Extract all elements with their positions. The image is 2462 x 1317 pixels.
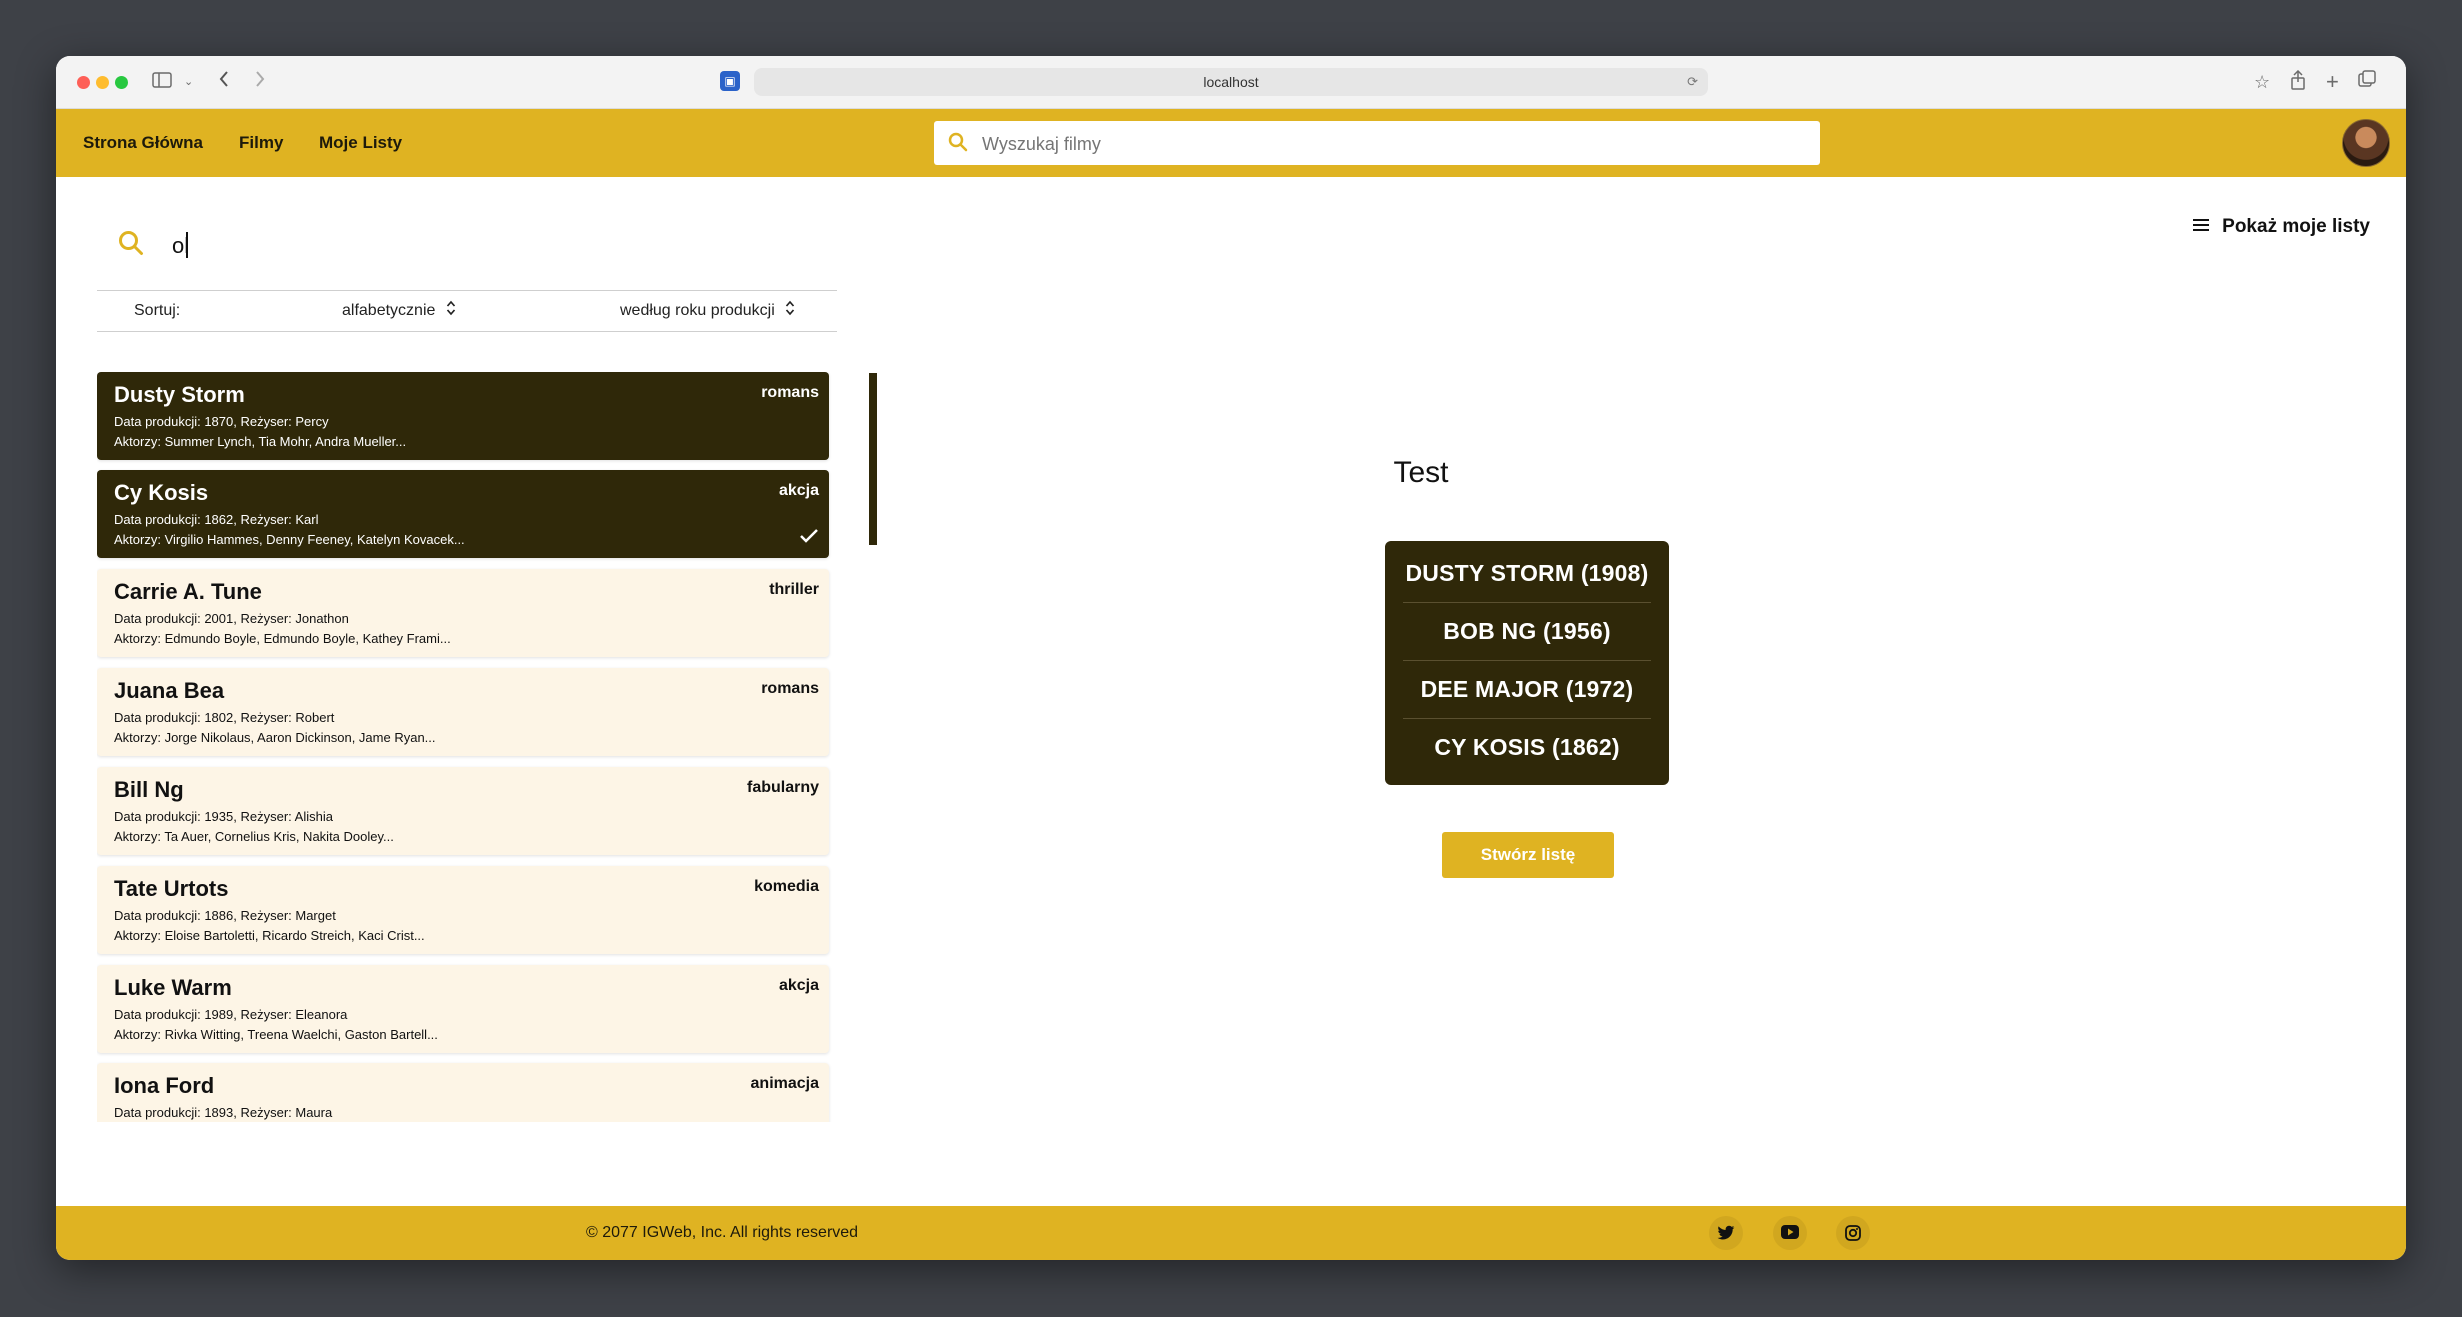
movie-genre: akcja — [778, 977, 819, 994]
movie-title: Carrie A. Tune — [114, 579, 262, 604]
sort-by-year-label: według roku produkcji — [620, 302, 775, 319]
movie-production-info: Data produkcji: 1886, Reżyser: Marget — [114, 908, 336, 923]
movie-genre: akcja — [778, 482, 819, 499]
movie-card[interactable]: Dusty Storm romans Data produkcji: 1870,… — [97, 372, 829, 460]
movie-actors: Aktorzy: Eloise Bartoletti, Ricardo Stre… — [114, 928, 425, 943]
footer: © 2077 IGWeb, Inc. All rights reserved — [56, 1206, 2406, 1260]
close-window-button[interactable] — [77, 76, 90, 89]
movie-actors: Aktorzy: Edmundo Boyle, Edmundo Boyle, K… — [114, 631, 451, 646]
movie-genre: romans — [761, 680, 819, 697]
maximize-window-button[interactable] — [115, 76, 128, 89]
browser-window: ⌄ ▣ localhost ⟳ ☆ + Strona Główna Filmy … — [56, 56, 2406, 1260]
movie-production-info: Data produkcji: 1802, Reżyser: Robert — [114, 710, 335, 725]
minimize-window-button[interactable] — [96, 76, 109, 89]
forward-arrow-icon[interactable] — [254, 70, 266, 94]
avatar[interactable] — [2342, 119, 2390, 167]
share-icon[interactable] — [2290, 69, 2306, 96]
movie-actors: Aktorzy: Ta Auer, Cornelius Kris, Nakita… — [114, 829, 394, 844]
movie-genre: animacja — [750, 1075, 819, 1092]
app-navbar: Strona Główna Filmy Moje Listy — [56, 109, 2406, 177]
instagram-icon[interactable] — [1836, 1216, 1870, 1250]
movie-title: Tate Urtots — [114, 876, 229, 901]
movie-title: Iona Ford — [114, 1073, 215, 1098]
movie-genre: fabularny — [746, 779, 819, 796]
sort-label: Sortuj: — [134, 302, 181, 319]
text-caret — [186, 232, 188, 258]
sort-updown-icon — [446, 300, 456, 317]
copyright-text: © 2077 IGWeb, Inc. All rights reserved — [586, 1224, 859, 1241]
show-my-lists-label: Pokaż moje listy — [2222, 216, 2370, 238]
tabs-overview-icon[interactable] — [2358, 70, 2376, 94]
movie-production-info: Data produkcji: 1862, Reżyser: Karl — [114, 512, 319, 527]
nav-home-link[interactable]: Strona Główna — [83, 109, 203, 177]
browser-toolbar: ⌄ ▣ localhost ⟳ ☆ + — [56, 56, 2406, 109]
sidebar-toggle-icon[interactable] — [152, 70, 172, 94]
movie-actors: Aktorzy: Summer Lynch, Tia Mohr, Andra M… — [114, 434, 407, 449]
list-item[interactable]: DUSTY STORM (1908) — [1403, 544, 1651, 602]
twitter-icon[interactable] — [1709, 1216, 1743, 1250]
site-favicon-icon: ▣ — [720, 71, 740, 91]
create-list-button[interactable]: Stwórz listę — [1442, 832, 1614, 878]
reload-icon[interactable]: ⟳ — [1687, 68, 1698, 96]
movie-production-info: Data produkcji: 2001, Reżyser: Jonathon — [114, 611, 349, 626]
chevron-down-icon[interactable]: ⌄ — [184, 70, 193, 94]
new-tab-icon[interactable]: + — [2326, 70, 2339, 94]
nav-my-lists-link[interactable]: Moje Listy — [319, 109, 402, 177]
movie-list: Dusty Storm romans Data produkcji: 1870,… — [97, 372, 837, 1122]
movie-title: Luke Warm — [114, 975, 232, 1000]
sort-bar: Sortuj: alfabetycznie według roku produk… — [97, 290, 837, 332]
navbar-search-box — [934, 121, 1820, 167]
list-item[interactable]: BOB NG (1956) — [1403, 602, 1651, 660]
movie-production-info: Data produkcji: 1935, Reżyser: Alishia — [114, 809, 333, 824]
movie-genre: romans — [761, 384, 819, 401]
search-icon — [948, 132, 968, 157]
sort-updown-icon — [785, 300, 795, 317]
movie-genre: thriller — [769, 581, 819, 598]
show-my-lists-button[interactable]: Pokaż moje listy — [2192, 216, 2370, 238]
movie-title: Dusty Storm — [114, 382, 245, 407]
movie-production-info: Data produkcji: 1893, Reżyser: Maura — [114, 1105, 333, 1120]
movie-production-info: Data produkcji: 1989, Reżyser: Eleanora — [114, 1007, 348, 1022]
movie-card[interactable]: Iona Ford animacja Data produkcji: 1893,… — [97, 1063, 829, 1122]
movie-production-info: Data produkcji: 1870, Reżyser: Percy — [114, 414, 329, 429]
movie-card[interactable]: Carrie A. Tune thriller Data produkcji: … — [97, 569, 829, 657]
sort-by-year-button[interactable]: według roku produkcji — [620, 291, 795, 331]
movie-title: Cy Kosis — [114, 480, 209, 505]
menu-icon — [2192, 216, 2209, 238]
list-item[interactable]: CY KOSIS (1862) — [1403, 718, 1651, 776]
star-icon[interactable]: ☆ — [2254, 70, 2270, 94]
nav-movies-link[interactable]: Filmy — [239, 109, 283, 177]
movie-actors: Aktorzy: Rivka Witting, Treena Waelchi, … — [114, 1027, 438, 1042]
movie-card[interactable]: Juana Bea romans Data produkcji: 1802, R… — [97, 668, 829, 756]
movie-card[interactable]: Tate Urtots komedia Data produkcji: 1886… — [97, 866, 829, 954]
search-icon — [118, 230, 144, 261]
movie-title: Bill Ng — [114, 777, 184, 802]
address-bar[interactable]: localhost ⟳ — [754, 68, 1708, 96]
checkmark-icon — [799, 528, 819, 549]
youtube-icon[interactable] — [1773, 1216, 1807, 1250]
list-scrollbar[interactable] — [869, 373, 877, 545]
list-item[interactable]: DEE MAJOR (1972) — [1403, 660, 1651, 718]
movie-search-input[interactable] — [170, 222, 774, 270]
movie-genre: komedia — [754, 878, 819, 895]
movie-card[interactable]: Luke Warm akcja Data produkcji: 1989, Re… — [97, 965, 829, 1053]
movie-actors: Aktorzy: Jorge Nikolaus, Aaron Dickinson… — [114, 730, 436, 745]
sort-alphabetical-label: alfabetycznie — [342, 302, 436, 319]
movie-card[interactable]: Cy Kosis akcja Data produkcji: 1862, Reż… — [97, 470, 829, 558]
list-title: Test — [1393, 456, 1449, 489]
navbar-search-input[interactable] — [980, 121, 1804, 167]
back-arrow-icon[interactable] — [218, 70, 230, 94]
list-preview: DUSTY STORM (1908) BOB NG (1956) DEE MAJ… — [1385, 541, 1669, 785]
url-text: localhost — [1203, 74, 1259, 90]
movie-card[interactable]: Bill Ng fabularny Data produkcji: 1935, … — [97, 767, 829, 855]
sort-alphabetical-button[interactable]: alfabetycznie — [342, 291, 456, 331]
movie-actors: Aktorzy: Virgilio Hammes, Denny Feeney, … — [114, 532, 465, 547]
movie-title: Juana Bea — [114, 678, 225, 703]
